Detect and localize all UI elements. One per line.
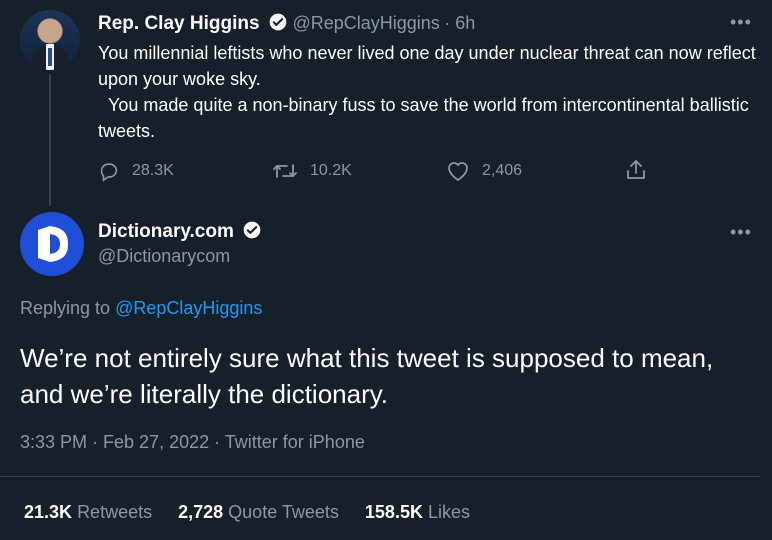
retweet-count: 10.2K (310, 162, 352, 179)
retweets-count: 21.3K (24, 502, 73, 522)
more-options-icon[interactable]: ••• (730, 12, 752, 33)
heart-icon (448, 162, 468, 182)
divider (0, 476, 760, 477)
dictionary-logo-icon (38, 226, 68, 262)
like-count: 2,406 (482, 162, 523, 179)
author-avatar-dictionary[interactable] (20, 212, 84, 276)
replying-to-link[interactable]: @RepClayHiggins (115, 298, 262, 318)
reply-count: 28.3K (132, 162, 174, 179)
quote-tweets-count: 2,728 (178, 502, 224, 522)
author-avatar-higgins[interactable] (20, 10, 80, 70)
likes-count: 158.5K (364, 502, 423, 522)
author-handle[interactable]: @Dictionarycom (98, 246, 230, 267)
verified-badge-icon (268, 12, 288, 37)
reply-button[interactable]: 28.3K (98, 160, 174, 182)
replying-to-line: Replying to @RepClayHiggins (20, 298, 262, 319)
likes-label: Likes (427, 502, 470, 522)
tweet1-header: Rep. Clay Higgins @RepClayHiggins · 6h (98, 12, 475, 37)
author-handle[interactable]: @RepClayHiggins (292, 13, 439, 33)
tweet-timestamp[interactable]: 3:33 PM · Feb 27, 2022 · Twitter for iPh… (20, 432, 365, 453)
share-icon (627, 160, 645, 179)
tweet-time[interactable]: · 6h (444, 13, 475, 33)
tweet2-author-line: Dictionary.com (98, 220, 262, 245)
retweets-label: Retweets (77, 502, 153, 522)
avatar-tie (48, 48, 52, 66)
author-name[interactable]: Dictionary.com (98, 221, 234, 242)
retweet-button[interactable]: 10.2K (272, 160, 352, 182)
more-options-icon[interactable]: ••• (730, 222, 752, 243)
replying-prefix: Replying to (20, 298, 111, 318)
author-name[interactable]: Rep. Clay Higgins (98, 13, 260, 34)
tweet2-text: We’re not entirely sure what this tweet … (20, 343, 714, 409)
reply-icon (100, 163, 118, 182)
verified-badge-icon (242, 220, 262, 245)
engagement-stats: 21.3K Retweets 2,728 Quote Tweets 158.5K… (24, 502, 470, 523)
like-button[interactable]: 2,406 (446, 160, 522, 182)
retweets-stat[interactable]: 21.3K Retweets (24, 502, 152, 523)
share-button[interactable] (624, 158, 660, 182)
quote-tweets-stat[interactable]: 2,728 Quote Tweets (178, 502, 339, 523)
tweet1-text: You millennial leftists who never lived … (98, 43, 756, 141)
retweet-icon (273, 164, 297, 178)
likes-stat[interactable]: 158.5K Likes (365, 502, 470, 523)
quote-tweets-label: Quote Tweets (228, 502, 339, 522)
thread-connector-line (49, 74, 51, 206)
